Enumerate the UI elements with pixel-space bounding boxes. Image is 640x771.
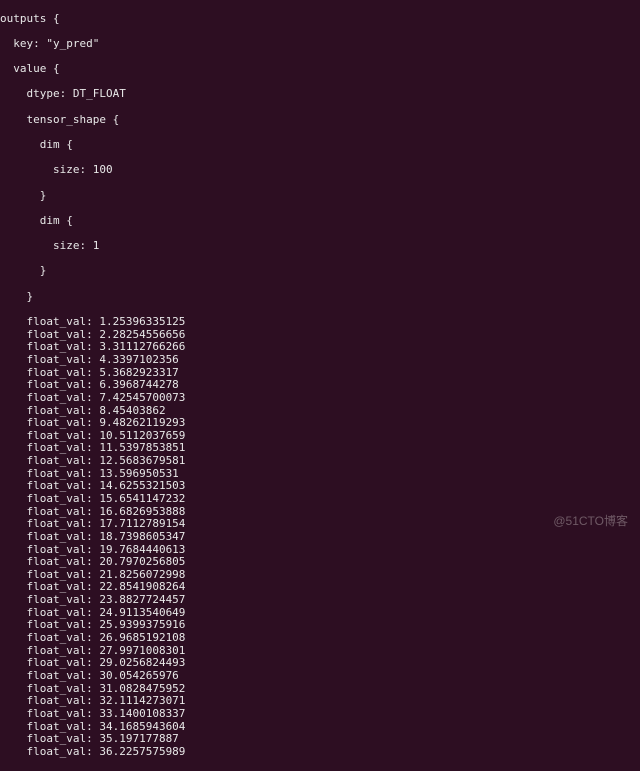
output-line: dtype: DT_FLOAT — [0, 88, 640, 101]
float-val-line: float_val: 6.3968744278 — [0, 379, 640, 392]
float-val-line: float_val: 32.1114273071 — [0, 695, 640, 708]
float-val-line: float_val: 35.197177887 — [0, 733, 640, 746]
float-val-line: float_val: 9.48262119293 — [0, 417, 640, 430]
float-val-line: float_val: 12.5683679581 — [0, 455, 640, 468]
output-line: tensor_shape { — [0, 114, 640, 127]
terminal-output: outputs { key: "y_pred" value { dtype: D… — [0, 0, 640, 771]
float-val-line: float_val: 30.054265976 — [0, 670, 640, 683]
output-line: dim { — [0, 139, 640, 152]
float-val-line: float_val: 22.8541908264 — [0, 581, 640, 594]
output-line: key: "y_pred" — [0, 38, 640, 51]
output-line: } — [0, 265, 640, 278]
watermark-text: @51CTO博客 — [553, 515, 628, 529]
output-line: size: 1 — [0, 240, 640, 253]
float-val-line: float_val: 20.7970256805 — [0, 556, 640, 569]
float-val-line: float_val: 34.1685943604 — [0, 721, 640, 734]
float-val-line: float_val: 23.8827724457 — [0, 594, 640, 607]
output-line: value { — [0, 63, 640, 76]
float-val-line: float_val: 26.9685192108 — [0, 632, 640, 645]
float-val-line: float_val: 25.9399375916 — [0, 619, 640, 632]
float-val-line: float_val: 7.42545700073 — [0, 392, 640, 405]
float-val-line: float_val: 36.2257575989 — [0, 746, 640, 759]
output-line: outputs { — [0, 13, 640, 26]
output-line: } — [0, 291, 640, 304]
float-val-line: float_val: 21.8256072998 — [0, 569, 640, 582]
float-val-line: float_val: 31.0828475952 — [0, 683, 640, 696]
float-val-line: float_val: 33.1400108337 — [0, 708, 640, 721]
output-line: } — [0, 190, 640, 203]
float-val-line: float_val: 17.7112789154 — [0, 518, 640, 531]
float-val-line: float_val: 18.7398605347 — [0, 531, 640, 544]
float-val-line: float_val: 29.0256824493 — [0, 657, 640, 670]
output-line: dim { — [0, 215, 640, 228]
output-line: size: 100 — [0, 164, 640, 177]
float-val-line: float_val: 24.9113540649 — [0, 607, 640, 620]
float-val-line: float_val: 4.3397102356 — [0, 354, 640, 367]
float-val-line: float_val: 15.6541147232 — [0, 493, 640, 506]
float-val-line: float_val: 19.7684440613 — [0, 544, 640, 557]
float-val-line: float_val: 27.9971008301 — [0, 645, 640, 658]
float-val-line: float_val: 1.25396335125 — [0, 316, 640, 329]
